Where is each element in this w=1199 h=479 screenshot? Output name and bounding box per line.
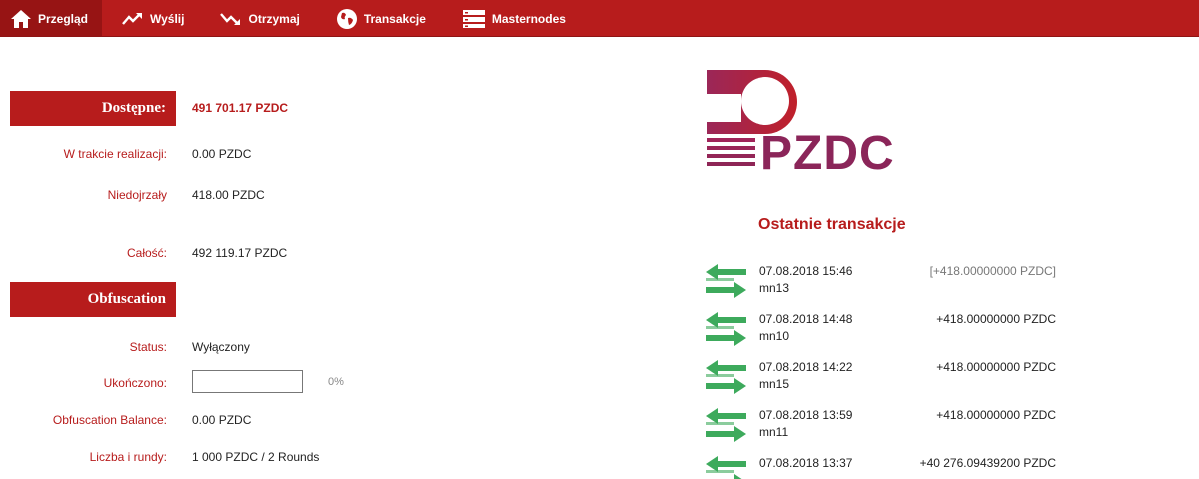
- obfuscation-progress-percent: 0%: [328, 376, 344, 388]
- server-icon: [462, 9, 486, 29]
- transaction-amount: [+418.00000000 PZDC]: [929, 264, 1056, 278]
- transaction-date: 07.08.2018 13:37: [759, 456, 853, 470]
- tab-transactions-label: Transakcje: [363, 11, 426, 26]
- obfuscation-balance-label: Obfuscation Balance:: [52, 413, 167, 427]
- transaction-date: 07.08.2018 15:46: [759, 264, 853, 278]
- globe-icon: [336, 8, 358, 30]
- available-header: Dostępne:: [10, 91, 176, 126]
- pending-value: 0.00 PZDC: [192, 147, 252, 161]
- tab-receive-label: Otrzymaj: [248, 11, 300, 26]
- immature-label: Niedojrzały: [107, 188, 167, 202]
- obfuscation-status-label: Status:: [129, 340, 167, 354]
- transaction-label: mn10: [759, 329, 790, 343]
- obfuscation-header: Obfuscation: [10, 282, 176, 317]
- home-icon: [10, 9, 32, 29]
- transaction-date: 07.08.2018 14:22: [759, 360, 853, 374]
- transaction-row[interactable]: 07.08.2018 14:22 mn15 +418.00000000 PZDC: [704, 360, 1064, 404]
- obfuscation-completed-label: Ukończono:: [103, 376, 167, 390]
- tab-overview[interactable]: Przegląd: [0, 0, 103, 37]
- receive-icon: [220, 12, 242, 26]
- tab-transactions[interactable]: Transakcje: [314, 0, 440, 37]
- tab-overview-label: Przegląd: [38, 11, 89, 26]
- transaction-amount: +418.00000000 PZDC: [936, 360, 1056, 374]
- obfuscation-balance-value: 0.00 PZDC: [192, 413, 252, 427]
- transaction-row[interactable]: 07.08.2018 13:37 +40 276.09439200 PZDC: [704, 456, 1064, 479]
- transfer-arrows-icon: [704, 456, 748, 479]
- transaction-amount: +40 276.09439200 PZDC: [919, 456, 1056, 470]
- transfer-arrows-icon: [704, 360, 748, 399]
- obfuscation-status-value: Wyłączony: [192, 340, 250, 354]
- tab-send-label: Wyślij: [150, 11, 185, 26]
- transaction-date: 07.08.2018 13:59: [759, 408, 853, 422]
- obfuscation-progress-bar: [192, 370, 303, 393]
- transfer-arrows-icon: [704, 408, 748, 447]
- obfuscation-rounds-value: 1 000 PZDC / 2 Rounds: [192, 450, 320, 464]
- transaction-label: mn11: [759, 425, 789, 439]
- tab-masternodes[interactable]: Masternodes: [440, 0, 580, 37]
- transaction-row[interactable]: 07.08.2018 15:46 mn13 [+418.00000000 PZD…: [704, 264, 1064, 308]
- send-icon: [122, 12, 144, 26]
- pzdc-logo-text: PZDC: [760, 127, 895, 180]
- available-value: 491 701.17 PZDC: [192, 101, 289, 115]
- obfuscation-rounds-label: Liczba i rundy:: [89, 450, 167, 464]
- pending-label: W trakcie realizacji:: [63, 147, 167, 161]
- transaction-row[interactable]: 07.08.2018 13:59 mn11 +418.00000000 PZDC: [704, 408, 1064, 452]
- tab-send[interactable]: Wyślij: [102, 0, 198, 37]
- tab-receive[interactable]: Otrzymaj: [198, 0, 313, 37]
- transaction-amount: +418.00000000 PZDC: [936, 408, 1056, 422]
- transaction-date: 07.08.2018 14:48: [759, 312, 853, 326]
- top-nav: Przegląd Wyślij Otrzymaj Transakcje Mast…: [0, 0, 1199, 37]
- total-label: Całość:: [126, 246, 167, 260]
- transaction-label: mn13: [759, 281, 790, 295]
- total-value: 492 119.17 PZDC: [192, 246, 288, 260]
- transfer-arrows-icon: [704, 312, 748, 351]
- tab-masternodes-label: Masternodes: [491, 11, 566, 26]
- immature-value: 418.00 PZDC: [192, 188, 265, 202]
- transfer-arrows-icon: [704, 264, 748, 303]
- transaction-row[interactable]: 07.08.2018 14:48 mn10 +418.00000000 PZDC: [704, 312, 1064, 356]
- transaction-label: mn15: [759, 377, 790, 391]
- recent-transactions-title: Ostatnie transakcje: [758, 216, 906, 233]
- transaction-amount: +418.00000000 PZDC: [936, 312, 1056, 326]
